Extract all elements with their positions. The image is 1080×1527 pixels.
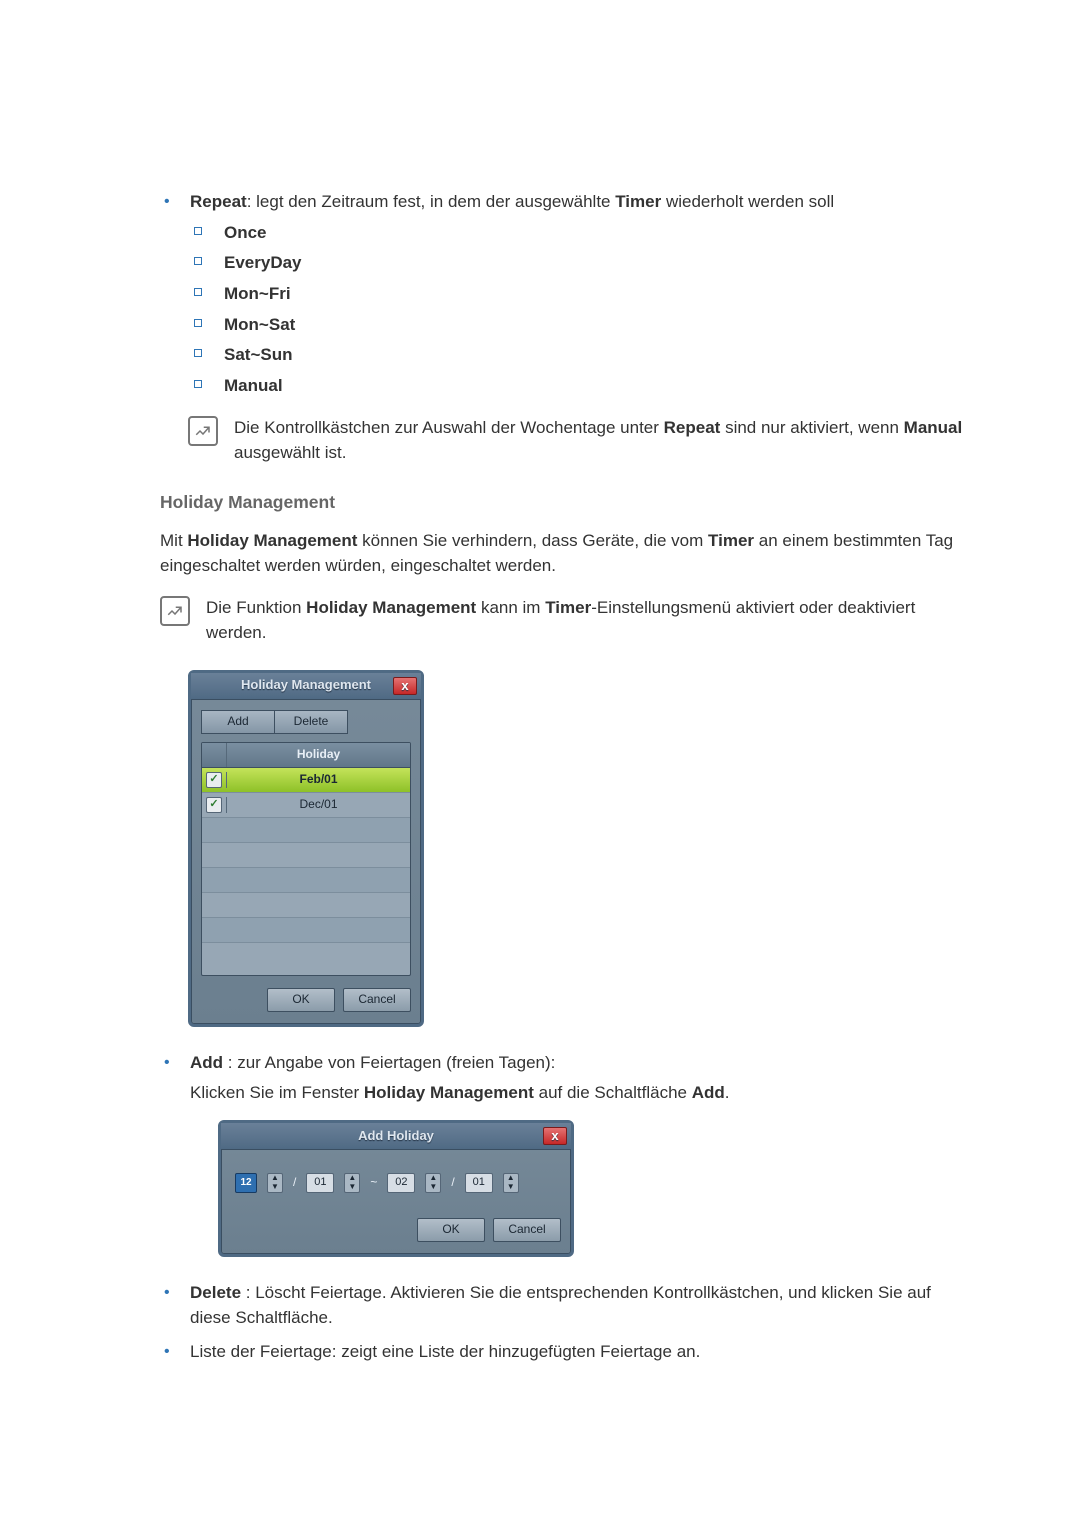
grid-row-empty bbox=[202, 893, 410, 918]
opt-monsat: Mon~Sat bbox=[190, 313, 975, 338]
row-checkbox[interactable]: ✓ bbox=[206, 772, 222, 788]
add-sub-add: Add bbox=[692, 1083, 725, 1102]
repeat-options: Once EveryDay Mon~Fri Mon~Sat Sat~Sun Ma… bbox=[190, 221, 975, 399]
grid-col-holiday: Holiday bbox=[227, 743, 410, 767]
hm-p1b: können Sie verhindern, dass Geräte, die … bbox=[357, 531, 708, 550]
ok-button[interactable]: OK bbox=[417, 1218, 485, 1242]
day1-spinner[interactable]: ▲▼ bbox=[344, 1173, 360, 1193]
range-tilde: ~ bbox=[370, 1174, 377, 1191]
list-item: Liste der Feiertage: zeigt eine Liste de… bbox=[160, 1340, 975, 1365]
add-sub: Klicken Sie im Fenster Holiday Managemen… bbox=[190, 1081, 975, 1106]
hm-timer: Timer bbox=[708, 531, 754, 550]
repeat-timer: Timer bbox=[615, 192, 661, 211]
repeat-text-2: wiederholt werden soll bbox=[661, 192, 834, 211]
grid-row-empty bbox=[202, 943, 410, 967]
note-text: Die Kontrollkästchen zur Auswahl der Woc… bbox=[234, 416, 975, 465]
grid-cell: Feb/01 bbox=[227, 771, 410, 788]
grid-header: Holiday bbox=[202, 743, 410, 768]
cancel-button[interactable]: Cancel bbox=[343, 988, 411, 1012]
grid-row-empty bbox=[202, 868, 410, 893]
cancel-button[interactable]: Cancel bbox=[493, 1218, 561, 1242]
ok-button[interactable]: OK bbox=[267, 988, 335, 1012]
slash: / bbox=[451, 1174, 454, 1191]
note2-timer: Timer bbox=[545, 598, 591, 617]
hm-b: Holiday Management bbox=[187, 531, 357, 550]
add-item: Add : zur Angabe von Feiertagen (freien … bbox=[160, 1051, 975, 1106]
dialog-title: Add Holiday bbox=[358, 1127, 434, 1146]
dialog-body: Add Delete Holiday ✓ Feb/01 ✓ Dec/01 bbox=[191, 700, 421, 988]
close-icon[interactable]: x bbox=[393, 677, 417, 695]
calendar-icon[interactable]: 12 bbox=[235, 1173, 257, 1193]
repeat-text-1: : legt den Zeitraum fest, in dem der aus… bbox=[247, 192, 616, 211]
holiday-management-dialog: Holiday Management x Add Delete Holiday … bbox=[188, 670, 424, 1027]
add-button[interactable]: Add bbox=[201, 710, 275, 734]
month2-spinner[interactable]: ▲▼ bbox=[425, 1173, 441, 1193]
add-sub-c: . bbox=[725, 1083, 730, 1102]
note-icon bbox=[160, 596, 190, 626]
dialog-footer: OK Cancel bbox=[191, 988, 421, 1024]
note-text: Die Funktion Holiday Management kann im … bbox=[206, 596, 975, 645]
note1-t1: Die Kontrollkästchen zur Auswahl der Woc… bbox=[234, 418, 664, 437]
note2-hm: Holiday Management bbox=[306, 598, 476, 617]
list-text: Liste der Feiertage: zeigt eine Liste de… bbox=[190, 1342, 700, 1361]
repeat-label: Repeat bbox=[190, 192, 247, 211]
slash: / bbox=[293, 1174, 296, 1191]
add-label: Add bbox=[190, 1053, 223, 1072]
note1-manual: Manual bbox=[904, 418, 963, 437]
close-icon[interactable]: x bbox=[543, 1127, 567, 1145]
opt-satsun: Sat~Sun bbox=[190, 343, 975, 368]
delete-item: Delete : Löscht Feiertage. Aktivieren Si… bbox=[160, 1281, 975, 1330]
repeat-item: Repeat: legt den Zeitraum fest, in dem d… bbox=[160, 190, 975, 398]
opt-monfri: Mon~Fri bbox=[190, 282, 975, 307]
delete-button[interactable]: Delete bbox=[275, 710, 348, 734]
hm-paragraph: Mit Holiday Management können Sie verhin… bbox=[160, 529, 975, 578]
note1-t3: ausgewählt ist. bbox=[234, 443, 346, 462]
grid-row[interactable]: ✓ Feb/01 bbox=[202, 768, 410, 793]
grid-row-empty bbox=[202, 918, 410, 943]
note-hm-timer: Die Funktion Holiday Management kann im … bbox=[160, 596, 975, 645]
holiday-management-heading: Holiday Management bbox=[160, 490, 975, 515]
add-sub-hm: Holiday Management bbox=[364, 1083, 534, 1102]
add-rest: : zur Angabe von Feiertagen (freien Tage… bbox=[223, 1053, 555, 1072]
note-repeat-manual: Die Kontrollkästchen zur Auswahl der Woc… bbox=[188, 416, 975, 465]
note-icon bbox=[188, 416, 218, 446]
add-holiday-dialog: Add Holiday x 12 ▲▼ / 01 ▲▼ ~ 02 ▲▼ / 01… bbox=[218, 1120, 574, 1257]
delete-label: Delete bbox=[190, 1283, 241, 1302]
month2-value[interactable]: 02 bbox=[387, 1173, 415, 1193]
dialog-footer: OK Cancel bbox=[221, 1218, 571, 1254]
dialog-body: 12 ▲▼ / 01 ▲▼ ~ 02 ▲▼ / 01 ▲▼ bbox=[221, 1150, 571, 1218]
grid-row-empty bbox=[202, 818, 410, 843]
page-content: Repeat: legt den Zeitraum fest, in dem d… bbox=[0, 0, 1080, 1455]
dialog-titlebar: Holiday Management x bbox=[191, 673, 421, 700]
grid-row[interactable]: ✓ Dec/01 bbox=[202, 793, 410, 818]
repeat-list: Repeat: legt den Zeitraum fest, in dem d… bbox=[160, 190, 975, 398]
day2-spinner[interactable]: ▲▼ bbox=[503, 1173, 519, 1193]
day2-value[interactable]: 01 bbox=[465, 1173, 493, 1193]
add-sub-a: Klicken Sie im Fenster bbox=[190, 1083, 364, 1102]
repeat-line: Repeat: legt den Zeitraum fest, in dem d… bbox=[190, 190, 975, 215]
grid-check-header[interactable] bbox=[202, 743, 227, 767]
grid-cell: Dec/01 bbox=[227, 796, 410, 813]
closing-list: Delete : Löscht Feiertage. Aktivieren Si… bbox=[160, 1281, 975, 1365]
add-sub-b: auf die Schaltfläche bbox=[534, 1083, 692, 1102]
dialog-titlebar: Add Holiday x bbox=[221, 1123, 571, 1150]
toolbar: Add Delete bbox=[201, 710, 411, 734]
month1-value[interactable]: 01 bbox=[306, 1173, 334, 1193]
note1-t2: sind nur aktiviert, wenn bbox=[720, 418, 903, 437]
opt-once: Once bbox=[190, 221, 975, 246]
opt-everyday: EveryDay bbox=[190, 251, 975, 276]
opt-manual: Manual bbox=[190, 374, 975, 399]
month1-spinner[interactable]: ▲▼ bbox=[267, 1173, 283, 1193]
hm-p1a: Mit bbox=[160, 531, 187, 550]
row-checkbox[interactable]: ✓ bbox=[206, 797, 222, 813]
note2-t1: Die Funktion bbox=[206, 598, 306, 617]
dialog-title: Holiday Management bbox=[241, 676, 371, 695]
holiday-grid: Holiday ✓ Feb/01 ✓ Dec/01 bbox=[201, 742, 411, 976]
grid-row-empty bbox=[202, 843, 410, 868]
date-range-row: 12 ▲▼ / 01 ▲▼ ~ 02 ▲▼ / 01 ▲▼ bbox=[231, 1160, 561, 1206]
delete-rest: : Löscht Feiertage. Aktivieren Sie die e… bbox=[190, 1283, 931, 1327]
note1-repeat: Repeat bbox=[664, 418, 721, 437]
note2-t2: kann im bbox=[476, 598, 545, 617]
add-list: Add : zur Angabe von Feiertagen (freien … bbox=[160, 1051, 975, 1106]
